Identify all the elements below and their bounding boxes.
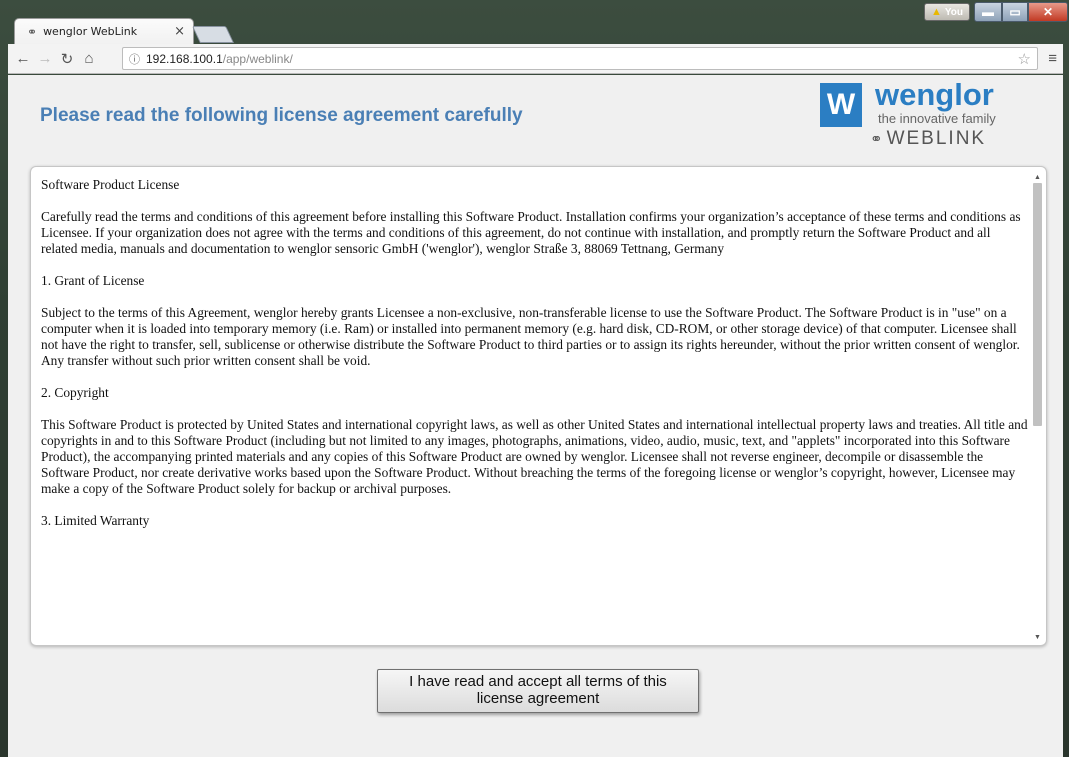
license-text[interactable]: Software Product License Carefully read … <box>41 177 1029 643</box>
link-icon: ⚭ <box>27 24 38 39</box>
reload-icon[interactable]: ↻ <box>56 50 78 68</box>
browser-toolbar: ← → ↻ ⌂ ⓘ 192.168.100.1 /app/weblink/ ☆ … <box>8 44 1063 74</box>
star-icon[interactable]: ☆ <box>1018 50 1031 68</box>
user-profile-button[interactable]: ▲ You <box>924 3 970 21</box>
wenglor-logo: W wenglor the innovative family ⚭ WEBLINK <box>820 77 1040 163</box>
scroll-down-icon[interactable]: ▼ <box>1031 631 1044 643</box>
url-host: 192.168.100.1 <box>146 51 223 66</box>
warning-icon: ▲ <box>930 6 942 18</box>
minimize-button[interactable]: ▬ <box>974 2 1002 22</box>
maximize-button[interactable]: ▭ <box>1002 2 1028 22</box>
wenglor-logo-mark: W <box>820 83 862 127</box>
scroll-up-icon[interactable]: ▲ <box>1031 171 1044 183</box>
hamburger-menu-icon[interactable]: ≡ <box>1048 50 1057 67</box>
home-icon[interactable]: ⌂ <box>78 50 100 67</box>
link-icon: ⚭ <box>870 131 885 148</box>
title-bar: ⚭ wenglor WebLink × ▲ You ▬ ▭ ✕ <box>0 0 1069 44</box>
license-paragraph: 1. Grant of License <box>41 273 145 288</box>
tab-title: wenglor WebLink <box>43 25 138 38</box>
logo-tagline: the innovative family <box>878 111 996 126</box>
page-title: Please read the following license agreem… <box>40 105 523 126</box>
license-paragraph: 3. Limited Warranty <box>41 513 150 528</box>
forward-arrow-icon[interactable]: → <box>34 50 56 67</box>
browser-window: ⚭ wenglor WebLink × ▲ You ▬ ▭ ✕ ← → ↻ ⌂ … <box>0 0 1069 757</box>
address-bar[interactable]: ⓘ 192.168.100.1 /app/weblink/ ☆ <box>122 47 1038 70</box>
user-badge-label: You <box>944 6 964 18</box>
close-icon: ✕ <box>1042 5 1054 19</box>
logo-name: wenglor <box>875 77 994 112</box>
back-arrow-icon[interactable]: ← <box>12 50 34 67</box>
browser-tab[interactable]: ⚭ wenglor WebLink × <box>14 18 194 44</box>
url-path: /app/weblink/ <box>222 51 293 66</box>
license-paragraph: Software Product License <box>41 177 180 192</box>
minimize-icon: ▬ <box>982 5 994 19</box>
maximize-icon: ▭ <box>1009 5 1021 19</box>
license-textbox[interactable]: Software Product License Carefully read … <box>30 166 1047 646</box>
license-paragraph: Carefully read the terms and conditions … <box>41 209 1021 256</box>
accept-license-button[interactable]: I have read and accept all terms of this… <box>377 669 699 713</box>
license-paragraph: 2. Copyright <box>41 385 109 400</box>
new-tab-button[interactable] <box>192 26 234 43</box>
close-window-button[interactable]: ✕ <box>1028 2 1068 22</box>
license-paragraph: Subject to the terms of this Agreement, … <box>41 305 1020 368</box>
logo-product: WEBLINK <box>886 128 987 149</box>
scrollbar-thumb[interactable] <box>1033 183 1042 426</box>
tab-close-button[interactable]: × <box>174 24 185 39</box>
license-scrollbar[interactable]: ▲ ▼ <box>1031 171 1044 643</box>
info-icon[interactable]: ⓘ <box>129 51 140 67</box>
page-content: Please read the following license agreem… <box>8 75 1063 757</box>
weblink-logo: ⚭ WEBLINK <box>870 128 986 150</box>
license-paragraph: This Software Product is protected by Un… <box>41 417 1028 496</box>
